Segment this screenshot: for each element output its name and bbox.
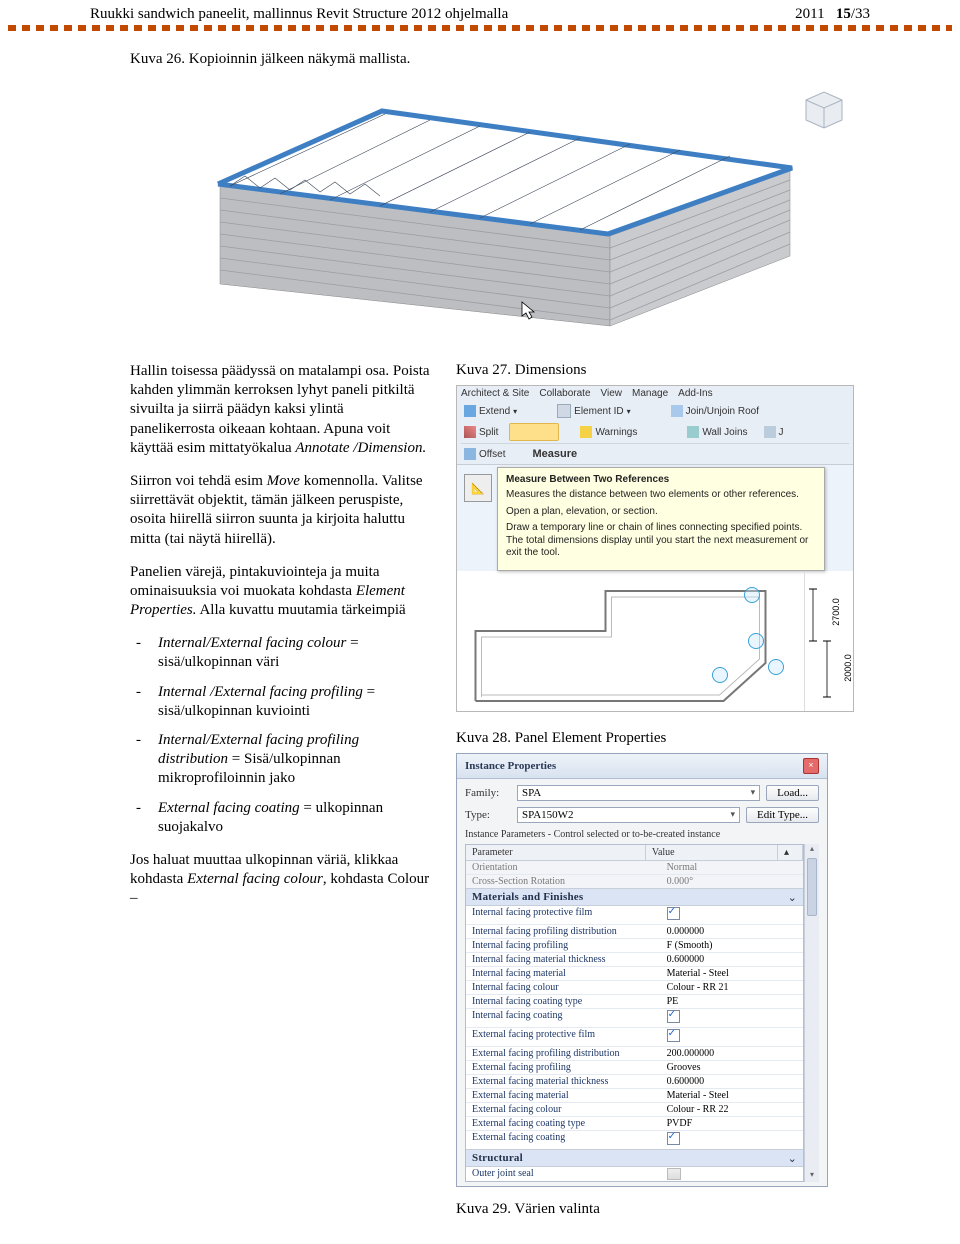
table-row[interactable]: External facing profiling distribution20… (466, 1047, 803, 1061)
table-row[interactable]: Internal facing coating (466, 1009, 803, 1028)
ribbon-tab[interactable]: Collaborate (539, 388, 590, 399)
bullet-list: Internal/External facing colour = sisä/u… (130, 634, 430, 837)
split-button[interactable]: Split (461, 425, 501, 439)
j-button[interactable]: J (761, 425, 787, 439)
table-row[interactable]: OrientationNormal (466, 861, 803, 875)
table-row[interactable]: Cross-Section Rotation0.000° (466, 875, 803, 888)
building-svg (130, 76, 850, 336)
table-row[interactable]: Internal facing profiling distribution0.… (466, 925, 803, 939)
close-icon[interactable]: × (803, 758, 819, 774)
measure-label: Measure (529, 446, 582, 462)
header-right: 2011 15/33 (795, 6, 870, 23)
list-item: External facing coating = ulkopinnan suo… (130, 799, 430, 837)
ribbon-tab[interactable]: Manage (632, 388, 668, 399)
table-row[interactable]: Internal facing materialMaterial - Steel (466, 967, 803, 981)
measure-icon: 📐 (464, 474, 492, 502)
warnings-button[interactable]: Warnings (577, 425, 640, 439)
caption-kuva-26: Kuva 26. Kopioinnin jälkeen näkymä malli… (130, 51, 870, 68)
toolbar-row-3: Offset Measure (461, 443, 849, 464)
table-row[interactable]: Internal facing profilingF (Smooth) (466, 939, 803, 953)
measure-tooltip: 📐 Measure Between Two References Measure… (497, 467, 825, 571)
table-row[interactable]: External facing colourColour - RR 22 (466, 1103, 803, 1117)
caption-kuva-27: Kuva 27. Dimensions (456, 362, 870, 379)
checkbox-icon[interactable] (667, 1132, 680, 1145)
checkbox-icon[interactable] (667, 1029, 680, 1042)
join-unjoin-roof-button[interactable]: Join/Unjoin Roof (668, 404, 762, 418)
chevron-down-icon: ▾ (751, 787, 756, 798)
type-label: Type: (465, 809, 511, 821)
toolbar-row-1: Extend ▾ Element ID ▾ Join/Unjoin Roof (461, 401, 849, 421)
list-item: Internal/External facing profiling distr… (130, 731, 430, 789)
wall-joins-button[interactable]: Wall Joins (684, 425, 750, 439)
table-row[interactable]: Internal facing coating typePE (466, 995, 803, 1009)
para-2: Siirron voi tehdä esim Move komennolla. … (130, 472, 430, 549)
table-row[interactable]: External facing coating (466, 1131, 803, 1149)
ribbon-tab[interactable]: View (601, 388, 623, 399)
type-combo[interactable]: SPA150W2▾ (517, 807, 740, 823)
group-materials-finishes: Materials and Finishes ⌄ (466, 888, 803, 906)
group-structural: Structural ⌄ (466, 1149, 803, 1167)
edit-type-button[interactable]: Edit Type... (746, 807, 819, 823)
dim-label-b: 2000.0 (843, 653, 853, 683)
para-3: Panelien värejä, pintakuviointeja ja mui… (130, 563, 430, 621)
scroll-handle[interactable] (667, 1168, 681, 1180)
ribbon-tabs: Architect & Site Collaborate View Manage Add… (461, 388, 849, 401)
dim-label-a: 2700.0 (831, 597, 841, 627)
page-header: Ruukki sandwich paneelit, mallinnus Revi… (0, 0, 960, 25)
list-item: Internal /External facing profiling = si… (130, 683, 430, 721)
list-item: Internal/External facing colour = sisä/u… (130, 634, 430, 672)
table-row[interactable]: External facing profilingGrooves (466, 1061, 803, 1075)
table-row[interactable]: External facing material thickness0.6000… (466, 1075, 803, 1089)
scrollbar-vertical[interactable]: ▴ ▾ (804, 844, 819, 1182)
table-row[interactable]: Internal facing protective film (466, 906, 803, 925)
load-button[interactable]: Load... (766, 785, 819, 801)
ip-titlebar: Instance Properties × (457, 754, 827, 779)
dim-toolbar: Architect & Site Collaborate View Manage Add… (457, 386, 853, 465)
table-row[interactable]: Outer joint seal (466, 1167, 803, 1181)
checkbox-icon[interactable] (667, 1010, 680, 1023)
checkbox-icon[interactable] (667, 907, 680, 920)
ip-subtitle: Instance Parameters - Control selected o… (465, 829, 819, 840)
params-header: Parameter Value ▴ (466, 845, 803, 861)
extend-button[interactable]: Extend ▾ (461, 404, 520, 418)
table-row[interactable]: Internal facing colourColour - RR 21 (466, 981, 803, 995)
caption-kuva-28: Kuva 28. Panel Element Properties (456, 730, 870, 747)
right-figure-column: Kuva 27. Dimensions Architect & Site Coll… (456, 362, 870, 1224)
table-row[interactable]: External facing protective film (466, 1028, 803, 1047)
dim-plan-canvas: 2700.0 2000.0 (457, 571, 853, 711)
instance-properties-window: Instance Properties × Family: SPA▾ Load.… (456, 753, 828, 1187)
toolbar-row-2: Split Warnings Wall Joins J (461, 421, 849, 443)
para-4: Jos haluat muuttaa ulkopinnan väriä, kli… (130, 851, 430, 909)
ribbon-tab[interactable]: Add-Ins (678, 388, 712, 399)
table-row[interactable]: External facing coating typePVDF (466, 1117, 803, 1131)
figure-building-isometric (130, 76, 850, 336)
table-row[interactable]: External facing materialMaterial - Steel (466, 1089, 803, 1103)
measure-highlight[interactable] (509, 423, 559, 441)
dimensions-screenshot: Architect & Site Collaborate View Manage Add… (456, 385, 854, 712)
caption-kuva-29: Kuva 29. Värien valinta (456, 1201, 870, 1218)
left-text-column: Hallin toisessa päädyssä on matalampi os… (130, 362, 430, 1224)
family-label: Family: (465, 787, 511, 799)
offset-button[interactable]: Offset (461, 447, 509, 461)
element-id-button[interactable]: Element ID ▾ (554, 403, 633, 419)
params-table: Parameter Value ▴ OrientationNormalCross… (465, 844, 804, 1182)
chevron-down-icon: ▾ (731, 809, 736, 820)
para-1: Hallin toisessa päädyssä on matalampi os… (130, 362, 430, 458)
family-combo[interactable]: SPA▾ (517, 785, 760, 801)
table-row[interactable]: Internal facing material thickness0.6000… (466, 953, 803, 967)
header-left: Ruukki sandwich paneelit, mallinnus Revi… (90, 6, 508, 23)
ribbon-tab[interactable]: Architect & Site (461, 388, 529, 399)
